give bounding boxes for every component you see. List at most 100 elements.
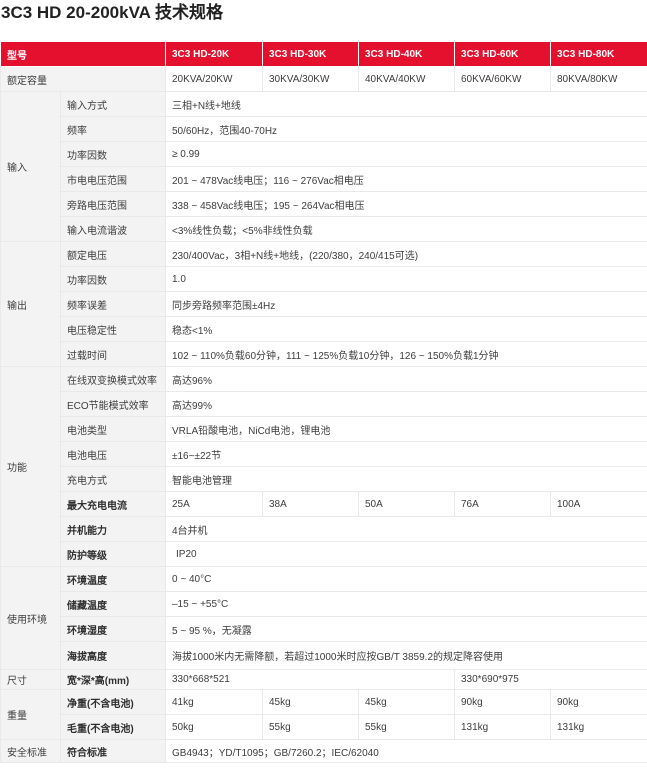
row-label: 旁路电压范围 [60,191,166,217]
table-row: 电池电压 ±16~±22节 [1,441,647,467]
size-label: 宽*深*高(mm) [60,669,166,690]
rated-capacity-40k: 40KVA/40KW [358,66,455,92]
spec-table: 型号 3C3 HD-20K 3C3 HD-30K 3C3 HD-40K 3C3 … [0,41,647,763]
row-value: 102 ~ 110%负载60分钟，111 ~ 125%负载10分钟，126 ~ … [165,341,647,367]
header-model-label: 型号 [0,41,166,67]
rated-capacity-80k: 80KVA/80KW [550,66,647,92]
table-row: 功率因数 ≥ 0.99 [1,141,647,167]
net-weight-60k: 90kg [454,689,551,715]
table-row: 毛重(不含电池) 50kg 55kg 55kg 131kg 131kg [1,714,647,740]
category-safety: 安全标准 [0,739,61,763]
rated-capacity-label: 额定容量 [0,66,166,92]
row-label: 电压稳定性 [60,316,166,342]
row-value: –15 ~ +55°C [165,591,647,617]
table-row: 储藏温度 –15 ~ +55°C [1,591,647,617]
protection-value: IP20 [165,541,647,567]
safety-value: GB4943；YD/T1095；GB/7260.2；IEC/62040 [165,739,647,763]
row-value: 338 ~ 458Vac线电压；195 ~ 264Vac相电压 [165,191,647,217]
row-label: 电池电压 [60,441,166,467]
row-label: 储藏温度 [60,591,166,617]
row-value: ≥ 0.99 [165,141,647,167]
table-row: 并机能力 4台并机 [1,516,647,542]
row-value: 高达99% [165,391,647,417]
category-input: 输入 [0,91,61,242]
rated-capacity-20k: 20KVA/20KW [165,66,263,92]
row-label: ECO节能模式效率 [60,391,166,417]
table-row: 功率因数 1.0 [1,266,647,292]
net-weight-40k: 45kg [358,689,455,715]
row-label: 环境湿度 [60,616,166,642]
net-weight-20k: 41kg [165,689,263,715]
table-row: 重量 净重(不含电池) 41kg 45kg 45kg 90kg 90kg [0,689,647,740]
table-row: 功能 在线双变换模式效率 高达96% [0,366,647,567]
header-model-60k: 3C3 HD-60K [454,41,551,67]
row-value: 0 ~ 40°C [165,566,647,592]
table-row: 旁路电压范围 338 ~ 458Vac线电压；195 ~ 264Vac相电压 [1,191,647,217]
gross-weight-label: 毛重(不含电池) [60,714,166,740]
max-charge-40k: 50A [358,491,455,517]
category-environment: 使用环境 [0,566,61,670]
table-row: 安全标准 符合标准 GB4943；YD/T1095；GB/7260.2；IEC/… [0,739,647,763]
net-weight-label: 净重(不含电池) [60,689,166,715]
table-row: 频率 50/60Hz，范围40-70Hz [1,116,647,142]
row-value: 高达96% [165,366,647,392]
row-label: 功率因数 [60,266,166,292]
category-output: 输出 [0,241,61,367]
row-label: 海拔高度 [60,641,166,670]
row-label: 在线双变换模式效率 [60,366,166,392]
row-value: <3%线性负载；<5%非线性负载 [165,216,647,242]
table-row: 环境湿度 5 ~ 95 %，无凝露 [1,616,647,642]
table-row: 额定容量 20KVA/20KW 30KVA/30KW 40KVA/40KW 60… [0,66,647,92]
table-row: 充电方式 智能电池管理 [1,466,647,492]
row-value: ±16~±22节 [165,441,647,467]
table-row: 频率误差 同步旁路频率范围±4Hz [1,291,647,317]
row-value: 230/400Vac，3相+N线+地线，(220/380，240/415可选) [165,241,647,267]
row-label: 输入方式 [60,91,166,117]
row-label: 频率误差 [60,291,166,317]
row-value: 1.0 [165,266,647,292]
max-charge-20k: 25A [165,491,263,517]
table-row: 尺寸 宽*深*高(mm) 330*668*521 330*690*975 [0,669,647,690]
gross-weight-80k: 131kg [550,714,647,740]
gross-weight-60k: 131kg [454,714,551,740]
row-value: 海拔1000米内无需降额，若超过1000米时应按GB/T 3859.2的规定降容… [165,641,647,670]
safety-label: 符合标准 [60,739,166,763]
row-label: 功率因数 [60,141,166,167]
row-value: 稳态<1% [165,316,647,342]
table-row: 海拔高度 海拔1000米内无需降额，若超过1000米时应按GB/T 3859.2… [1,641,647,670]
net-weight-30k: 45kg [262,689,359,715]
size-value-b: 330*690*975 [454,669,647,690]
table-row: ECO节能模式效率 高达99% [1,391,647,417]
table-row: 电池类型 VRLA铅酸电池，NiCd电池，锂电池 [1,416,647,442]
rated-capacity-60k: 60KVA/60KW [454,66,551,92]
row-label: 过载时间 [60,341,166,367]
table-row: 电压稳定性 稳态<1% [1,316,647,342]
max-charge-30k: 38A [262,491,359,517]
parallel-label: 并机能力 [60,516,166,542]
row-value: 201 ~ 478Vac线电压；116 ~ 276Vac相电压 [165,166,647,192]
row-value: 三相+N线+地线 [165,91,647,117]
max-charge-80k: 100A [550,491,647,517]
row-value: 50/60Hz，范围40-70Hz [165,116,647,142]
size-value-a: 330*668*521 [165,669,455,690]
row-label: 输入电流谐波 [60,216,166,242]
row-label: 市电电压范围 [60,166,166,192]
table-row: 使用环境 环境温度 0 ~ 40°C [0,566,647,670]
row-value: 同步旁路频率范围±4Hz [165,291,647,317]
category-weight: 重量 [0,689,61,740]
net-weight-80k: 90kg [550,689,647,715]
header-model-20k: 3C3 HD-20K [165,41,263,67]
row-label: 额定电压 [60,241,166,267]
rated-capacity-30k: 30KVA/30KW [262,66,359,92]
table-row: 输入 输入方式 三相+N线+地线 [0,91,647,242]
page-title: 3C3 HD 20-200kVA 技术规格 [1,3,224,22]
table-row: 市电电压范围 201 ~ 478Vac线电压；116 ~ 276Vac相电压 [1,166,647,192]
table-row: 输入电流谐波 <3%线性负载；<5%非线性负载 [1,216,647,242]
category-function: 功能 [0,366,61,567]
row-value: 智能电池管理 [165,466,647,492]
protection-label: 防护等级 [60,541,166,567]
header-row: 型号 3C3 HD-20K 3C3 HD-30K 3C3 HD-40K 3C3 … [0,41,647,67]
header-model-30k: 3C3 HD-30K [262,41,359,67]
header-model-80k: 3C3 HD-80K [550,41,647,67]
row-label: 频率 [60,116,166,142]
